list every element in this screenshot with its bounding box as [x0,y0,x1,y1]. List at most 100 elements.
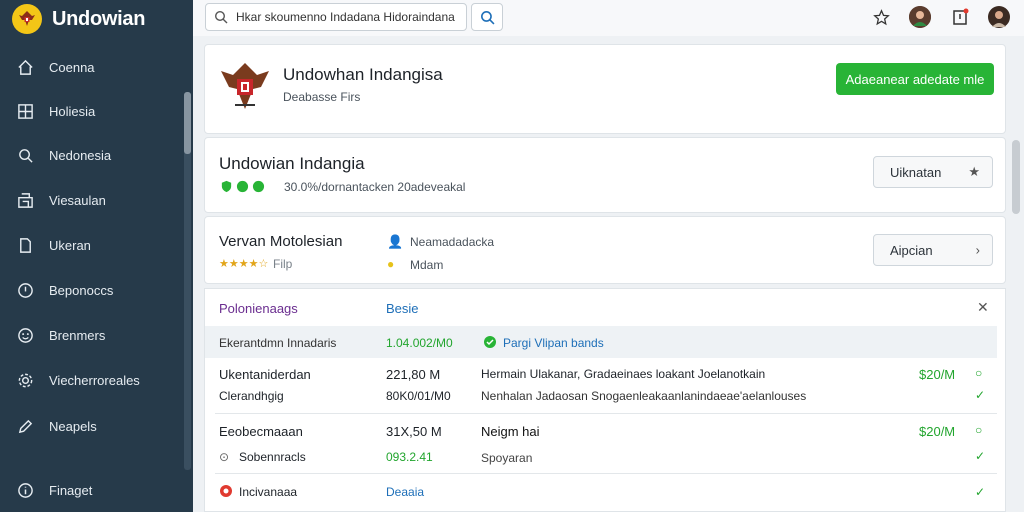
notification-icon[interactable] [949,6,971,28]
tab-polonienaags[interactable]: Polonienaags [219,301,298,316]
person-icon: 👤 [387,234,404,249]
table-row[interactable]: Ukentaniderdan Clerandhgig 221,80 M 80K0… [205,359,997,413]
summary-value: 1.04.002/M0 [386,336,453,350]
top-bar: Hkar skoumenno Indadana Hidoraindana [193,0,1024,36]
table-row[interactable]: Eeobecmaaan ⊙ Sobennracls 31X,50 M 093.2… [205,416,997,472]
status-badges [220,180,265,193]
summary-label: Ekerantdmn Innadaris [219,336,337,350]
detail-title: Vervan Motolesian [219,233,343,250]
grid-icon [18,103,33,119]
profile-title: Undowhan Indangisa [283,65,443,84]
sidebar-item-label: Viesaulan [49,192,106,208]
star-icon: ★ [968,164,980,179]
sidebar-item-label: Ukeran [49,237,91,253]
detail-info-1: Neamadadacka [410,235,495,249]
sidebar-item-label: Coenna [49,59,95,75]
sidebar-item-neapels[interactable]: Neapels [0,409,182,443]
search-icon [214,10,228,24]
arrow-icon: › [975,242,980,258]
sidebar-scrollbar[interactable] [184,92,191,470]
sidebar-item-ukeran[interactable]: Ukeran [0,228,182,262]
aipcian-button[interactable]: Aipcian › [873,234,993,266]
summary-link[interactable]: Pargi Vlipan bands [503,336,604,350]
sidebar-item-label: Brenmers [49,327,106,343]
user-avatar[interactable] [909,6,931,28]
row-name: Incivanaaa [239,485,298,499]
check-circle-icon [252,180,265,193]
profile-card: Undowhan Indangisa Deabasse Firs Adaeane… [204,44,1006,134]
search-value: Hkar skoumenno Indadana Hidoraindana [236,10,455,24]
garuda-emblem-icon [219,59,271,115]
main-scrollbar[interactable] [1012,140,1020,214]
row-description-2: Spoyaran [481,451,533,465]
star-icon[interactable] [870,6,892,28]
document-icon [20,237,31,253]
clock-icon: ⊙ [219,450,230,464]
compass-icon [18,282,33,298]
search-button[interactable] [471,3,503,31]
profile-subtitle: Deabasse Firs [283,90,361,104]
row-sub: Clerandhgig [219,389,284,403]
check-circle-icon [236,180,249,193]
edit-icon [18,419,33,433]
profile-avatar[interactable] [988,6,1010,28]
gear-icon [18,373,33,387]
row-description: Neigm hai [481,424,540,439]
row-price: $20/M [919,367,956,382]
info-icon [18,482,33,498]
sidebar-item-label: Nedonesia [49,147,112,163]
sidebar-item-holiesia[interactable]: Holiesia [0,94,182,128]
app-title: Undowian [52,7,146,30]
detail-info-2: Mdam [410,258,444,272]
status-dot-icon: ○ [975,423,983,437]
uiknatan-button[interactable]: Uiknatan ★ [873,156,993,188]
sidebar-item-viesaulan[interactable]: Viesaulan [0,183,182,217]
summary-title: Undowian Indangia [219,154,365,173]
sidebar-item-label: Beponoccs [49,282,114,298]
row-name: Eeobecmaaan [219,424,303,439]
row-amount: 221,80 M [386,367,441,382]
sidebar-item-finaget[interactable]: Finaget [0,473,182,507]
brand[interactable]: Undowian [12,4,145,34]
table-row[interactable]: Incivanaaa Deaaia ✓ [205,477,997,507]
sidebar-item-label: Holiesia [49,103,96,119]
check-icon: ✓ [975,388,986,402]
search-icon [480,10,494,24]
row-amount-2: 80K0/01/M0 [386,389,451,403]
row-divider [215,473,997,474]
home-icon [18,59,33,75]
summary-card: Undowian Indangia 30.0%/dornantacken 20a… [204,137,1006,213]
garuda-logo-icon [12,4,42,34]
row-amount: Deaaia [386,485,425,499]
sidebar-item-coenna[interactable]: Coenna [0,50,182,84]
check-icon: ✓ [975,485,986,499]
search-input[interactable]: Hkar skoumenno Indadana Hidoraindana [205,3,467,31]
row-description: Hermain Ulakanar, Gradaeinaes loakant Jo… [481,367,766,381]
status-dot-icon: ○ [975,366,983,380]
sidebar-scroll-thumb[interactable] [184,92,191,154]
smiley-icon [18,327,33,343]
sidebar-item-nedonesia[interactable]: Nedonesia [0,138,182,172]
detail-card: Vervan Motolesian ★★★★☆ Filp 👤 Neamadada… [204,216,1006,284]
sidebar-item-label: Finaget [49,482,93,498]
shield-check-icon [221,180,232,193]
primary-action-button[interactable]: Adaeanear adedate mle [836,63,994,95]
check-icon: ✓ [975,449,986,463]
sidebar: Undowian Coenna Holiesia Nedonesia Viesa… [0,0,193,512]
row-amount-2: 093.2.41 [386,450,433,464]
row-sub: Sobennracls [239,450,306,464]
sidebar-item-viecherroreales[interactable]: Viecherroreales [0,363,182,397]
close-icon[interactable]: ✕ [977,299,989,316]
row-price: $20/M [919,424,956,439]
alert-icon [219,484,233,501]
sidebar-item-beponoccs[interactable]: Beponoccs [0,273,182,307]
button-label: Aipcian [890,242,933,258]
button-label: Uiknatan [890,164,942,180]
check-circle-icon [483,335,497,354]
summary-meta: 30.0%/dornantacken 20adeveakal [284,180,466,194]
rating-stars-icon: ★★★★☆ [219,258,269,270]
tab-besie[interactable]: Besie [386,301,419,316]
data-table: Polonienaags Besie ✕ Ekerantdmn Innadari… [204,288,1006,512]
sidebar-item-brenmers[interactable]: Brenmers [0,318,182,352]
search-icon [19,148,33,163]
